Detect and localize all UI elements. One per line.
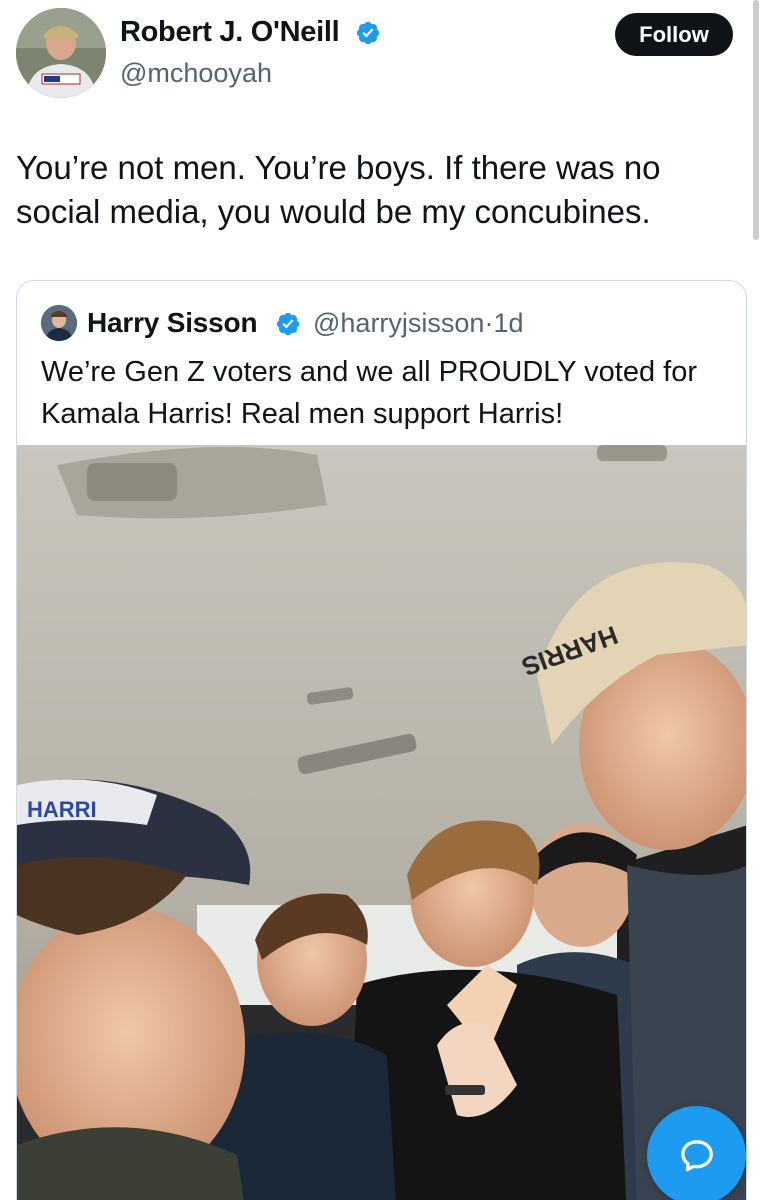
quoted-author-meta: @harryjsisson·1d <box>313 308 524 339</box>
quoted-timestamp[interactable]: 1d <box>493 308 523 338</box>
scrollbar[interactable] <box>753 0 759 240</box>
tweet: Robert J. O'Neill @mchooyah Follow You’r… <box>0 0 763 1200</box>
verified-badge-icon <box>356 21 380 45</box>
author-avatar[interactable] <box>16 8 106 98</box>
user-avatar-icon <box>41 305 77 341</box>
quoted-tweet-text: We’re Gen Z voters and we all PROUDLY vo… <box>41 356 697 430</box>
author-handle[interactable]: @mchooyah <box>120 58 272 89</box>
chat-bubble-icon <box>680 1139 713 1171</box>
quoted-author-handle[interactable]: @harryjsisson <box>313 308 484 338</box>
author-name[interactable]: Robert J. O'Neill <box>120 16 340 49</box>
follow-button[interactable]: Follow <box>615 13 733 56</box>
group-selfie-photo-icon: HARRIS HARRI <box>17 445 746 1200</box>
user-avatar-icon <box>16 8 106 98</box>
verified-badge-icon <box>276 312 300 336</box>
quoted-tweet-card[interactable]: Harry Sisson @harryjsisson·1d We’re Gen … <box>16 280 747 1200</box>
svg-text:HARRI: HARRI <box>27 797 97 822</box>
tweet-text: You’re not men. You’re boys. If there wa… <box>16 149 661 230</box>
quoted-tweet-photo[interactable]: HARRIS HARRI <box>17 445 746 1200</box>
quoted-author-name[interactable]: Harry Sisson <box>87 307 258 339</box>
quoted-author-avatar[interactable] <box>41 305 77 341</box>
compose-reply-button[interactable] <box>647 1106 746 1200</box>
